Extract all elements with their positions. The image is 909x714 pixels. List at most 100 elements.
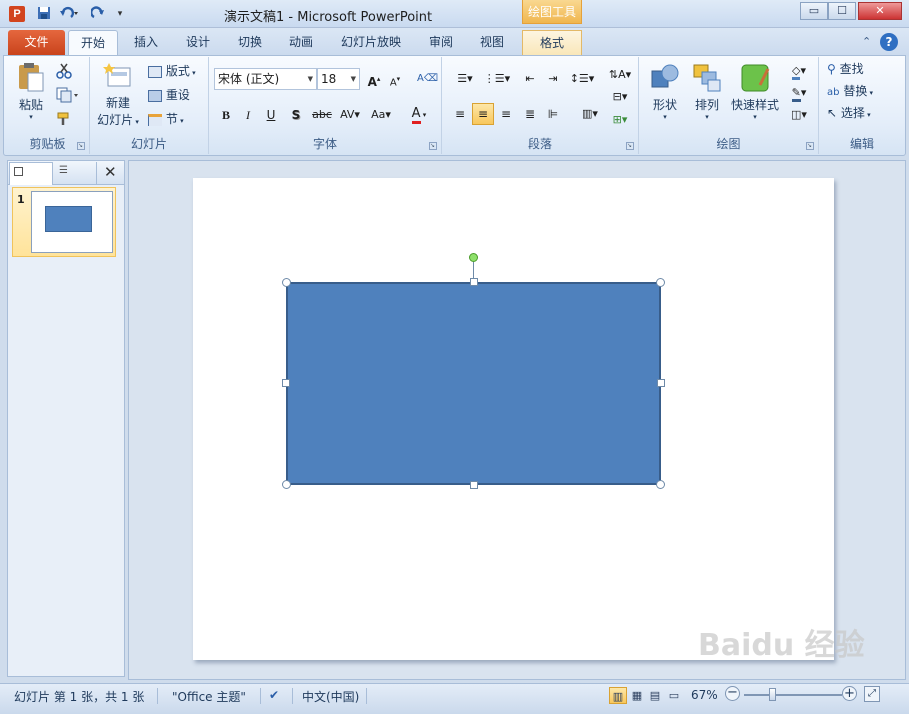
resize-handle-bottom-right[interactable] <box>656 480 665 489</box>
zoom-in-icon[interactable]: + <box>842 686 857 701</box>
minimize-ribbon-icon[interactable]: ⌃ <box>862 35 871 48</box>
redo-icon[interactable] <box>90 6 106 22</box>
shadow-icon[interactable]: S <box>286 105 306 125</box>
resize-handle-top-left[interactable] <box>282 278 291 287</box>
section-button[interactable]: 节 ▾ <box>148 109 184 129</box>
shrink-font-icon[interactable]: A▾ <box>385 69 405 89</box>
arrange-button[interactable]: 排列 ▾ <box>687 63 727 121</box>
slide-sorter-icon[interactable]: ▦ <box>628 687 646 704</box>
clipboard-launcher-icon[interactable]: ↘ <box>77 142 85 150</box>
group-clipboard: 粘贴 ▾ 剪贴板 ↘ <box>6 57 90 154</box>
tab-animations[interactable]: 动画 <box>279 30 323 55</box>
line-spacing-icon[interactable]: ↕☰▾ <box>567 69 597 89</box>
align-left-icon[interactable]: ≡ <box>450 104 470 124</box>
fit-to-window-icon[interactable]: ⤢ <box>864 686 880 702</box>
close-button[interactable]: ✕ <box>858 2 902 20</box>
shape-effects-icon[interactable]: ◫▾ <box>785 105 813 125</box>
format-painter-icon[interactable] <box>56 111 72 130</box>
tab-slides-thumbnails[interactable] <box>9 162 53 185</box>
layout-icon <box>148 65 162 78</box>
help-icon[interactable]: ? <box>880 33 898 51</box>
justify-icon[interactable]: ≣ <box>520 104 540 124</box>
drawing-launcher-icon[interactable]: ↘ <box>806 142 814 150</box>
bullets-icon[interactable]: ☰▾ <box>450 69 480 89</box>
select-cursor-icon: ↖ <box>827 106 838 120</box>
font-size-select[interactable]: 18 ▼ <box>317 68 360 90</box>
resize-handle-bottom[interactable] <box>470 481 478 489</box>
italic-icon[interactable]: I <box>238 105 258 125</box>
underline-icon[interactable]: U <box>261 105 281 125</box>
cut-icon[interactable] <box>56 63 72 82</box>
spell-check-icon[interactable]: ✔ <box>269 688 279 702</box>
paragraph-launcher-icon[interactable]: ↘ <box>626 142 634 150</box>
select-button[interactable]: ↖ 选择 ▾ <box>827 103 871 123</box>
resize-handle-top[interactable] <box>470 278 478 286</box>
title-bar <box>0 0 909 28</box>
grow-font-icon[interactable]: A▴ <box>364 69 384 89</box>
language[interactable]: 中文(中国) <box>302 688 359 705</box>
shapes-button[interactable]: 形状 ▾ <box>645 63 685 121</box>
resize-handle-left[interactable] <box>282 379 290 387</box>
tab-home[interactable]: 开始 <box>68 30 118 57</box>
decrease-indent-icon[interactable]: ⇤ <box>520 69 540 89</box>
layout-button[interactable]: 版式 ▾ <box>148 61 196 81</box>
font-color-button[interactable]: A ▾ <box>405 103 433 124</box>
zoom-slider-thumb[interactable] <box>769 688 776 701</box>
align-center-icon[interactable]: ≡ <box>472 103 494 125</box>
tab-slideshow[interactable]: 幻灯片放映 <box>334 30 408 55</box>
quick-styles-button[interactable]: 快速样式 ▾ <box>729 63 781 121</box>
zoom-level[interactable]: 67% <box>691 688 718 702</box>
tab-transitions[interactable]: 切换 <box>228 30 272 55</box>
replace-button[interactable]: ab 替换 ▾ <box>827 81 873 101</box>
resize-handle-right[interactable] <box>657 379 665 387</box>
normal-view-icon[interactable]: ▥ <box>609 687 627 704</box>
new-slide-button[interactable]: 新建 幻灯片 ▾ <box>94 61 142 128</box>
save-icon[interactable] <box>36 6 52 22</box>
font-color-icon: A <box>411 106 421 124</box>
increase-indent-icon[interactable]: ⇥ <box>543 69 563 89</box>
find-button[interactable]: ⚲ 查找 <box>827 59 864 79</box>
new-slide-icon <box>103 63 131 87</box>
character-spacing-icon[interactable]: AV▾ <box>336 105 364 125</box>
reset-button[interactable]: 重设 <box>148 85 190 105</box>
customize-quick-access-icon[interactable]: ▾ <box>112 6 128 22</box>
status-divider <box>260 688 261 704</box>
resize-handle-bottom-left[interactable] <box>282 480 291 489</box>
align-text-icon[interactable]: ⊟▾ <box>606 87 634 107</box>
zoom-out-icon[interactable]: − <box>725 686 740 701</box>
align-right-icon[interactable]: ≡ <box>496 104 516 124</box>
rectangle-shape[interactable] <box>286 282 661 485</box>
font-name-select[interactable]: 宋体 (正文) ▼ <box>214 68 317 90</box>
font-launcher-icon[interactable]: ↘ <box>429 142 437 150</box>
powerpoint-logo-icon[interactable]: P <box>9 6 25 22</box>
strikethrough-icon[interactable]: abc <box>309 105 335 125</box>
maximize-button[interactable]: ☐ <box>828 2 856 20</box>
paste-button[interactable]: 粘贴 ▾ <box>12 61 50 121</box>
close-panel-icon[interactable]: ✕ <box>104 163 117 181</box>
tab-design[interactable]: 设计 <box>176 30 220 55</box>
tab-insert[interactable]: 插入 <box>124 30 168 55</box>
smartart-icon[interactable]: ⊞▾ <box>606 110 634 130</box>
slideshow-view-icon[interactable]: ▭ <box>665 687 683 704</box>
tab-outline[interactable]: ☰ <box>53 162 97 185</box>
minimize-button[interactable]: ▭ <box>800 2 828 20</box>
reading-view-icon[interactable]: ▤ <box>646 687 664 704</box>
distributed-icon[interactable]: ⊫ <box>543 104 563 124</box>
tab-file[interactable]: 文件 <box>8 30 65 55</box>
bold-icon[interactable]: B <box>216 105 236 125</box>
tab-review[interactable]: 审阅 <box>419 30 463 55</box>
rotation-handle[interactable] <box>469 253 478 262</box>
text-direction-icon[interactable]: ⇅A▾ <box>606 65 634 85</box>
undo-icon[interactable] <box>58 6 80 22</box>
copy-icon[interactable] <box>56 87 80 106</box>
shape-outline-icon[interactable]: ✎▾ <box>785 83 813 103</box>
change-case-icon[interactable]: Aa▾ <box>367 105 395 125</box>
clear-formatting-icon[interactable]: A⌫ <box>417 69 438 89</box>
shape-fill-icon[interactable]: ◇▾ <box>785 61 813 81</box>
zoom-slider-track[interactable] <box>744 694 842 696</box>
resize-handle-top-right[interactable] <box>656 278 665 287</box>
tab-format[interactable]: 格式 <box>522 30 582 55</box>
columns-icon[interactable]: ▥▾ <box>576 104 604 124</box>
tab-view[interactable]: 视图 <box>470 30 514 55</box>
numbering-icon[interactable]: ⋮☰▾ <box>482 69 512 89</box>
